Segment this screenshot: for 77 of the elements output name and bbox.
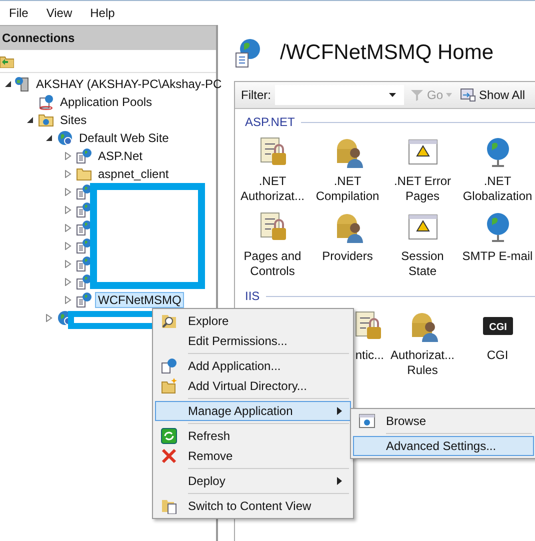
feature-item[interactable]: .NET Globalization (460, 133, 535, 208)
feature-item[interactable]: SMTP E-mail (460, 208, 535, 283)
feature-item[interactable]: Providers (310, 208, 385, 283)
expanded-arrow-icon[interactable] (4, 80, 12, 88)
feature-label: Pages and Controls (242, 249, 302, 279)
group-heading: ASP.NET (245, 115, 295, 129)
folder-icon (76, 166, 92, 182)
feature-item[interactable]: .NET Authorizat... (235, 133, 310, 208)
menu-item[interactable]: View (37, 4, 82, 22)
collapsed-arrow-icon[interactable] (64, 206, 72, 214)
dropdown-arrow-icon[interactable] (389, 93, 396, 97)
collapsed-arrow-icon[interactable] (64, 242, 72, 250)
menu-item[interactable]: File (0, 4, 38, 22)
show-all-button[interactable]: Show All (458, 88, 528, 102)
server-icon (14, 76, 30, 92)
feature-label: Authorizat... Rules (389, 348, 456, 378)
group-heading: IIS (245, 289, 260, 303)
collapsed-arrow-icon[interactable] (64, 224, 72, 232)
refresh-icon (161, 428, 177, 444)
tree-item[interactable]: aspnet_client (95, 166, 172, 182)
feature-label: CGI (486, 348, 510, 363)
globe-page-icon (234, 38, 262, 68)
feature-item[interactable]: .NET Error Pages (385, 133, 460, 208)
folder-globe-icon (38, 112, 54, 128)
menu-entry[interactable]: Remove (155, 446, 351, 466)
tree-item[interactable]: Application Pools (57, 94, 156, 110)
feature-label: .NET Authorizat... (239, 174, 306, 204)
menu-entry[interactable]: Refresh (155, 426, 351, 446)
collapsed-arrow-icon[interactable] (64, 152, 72, 160)
filter-field[interactable] (275, 85, 404, 105)
globe-page-icon (76, 148, 92, 164)
tree-item[interactable]: ASP.Net (95, 148, 146, 164)
tree-item[interactable]: WCFNetMSMQ (95, 292, 184, 308)
feature-label: SMTP E-mail (461, 249, 534, 264)
collapsed-arrow-icon[interactable] (64, 188, 72, 196)
menu-entry[interactable]: Manage Application (155, 401, 351, 421)
feature-label: .NET Compilation (314, 174, 380, 204)
collapsed-arrow-icon[interactable] (64, 278, 72, 286)
pane-title: Connections (0, 25, 216, 50)
expanded-arrow-icon[interactable] (26, 116, 34, 124)
feature-item[interactable]: Authorizat... Rules (385, 307, 460, 382)
collapsed-arrow-icon[interactable] (64, 296, 72, 304)
page-title: /WCFNetMSMQ Home (280, 41, 494, 65)
globe-icon (57, 130, 73, 146)
filter-label: Filter: (241, 88, 271, 102)
pool-icon (38, 94, 54, 110)
expanded-arrow-icon[interactable] (44, 134, 52, 142)
collapsed-arrow-icon[interactable] (44, 314, 52, 322)
feature-label: .NET Error Pages (392, 174, 452, 204)
magnifier-folder-icon (161, 313, 177, 329)
feature-item[interactable]: Session State (385, 208, 460, 283)
folder-icon[interactable] (0, 54, 14, 68)
pages-icon (161, 498, 177, 514)
collapsed-arrow-icon[interactable] (64, 260, 72, 268)
close-icon (161, 448, 177, 464)
menu-item[interactable]: Help (81, 4, 124, 22)
tree-item[interactable]: Sites (57, 112, 90, 128)
feature-label: .NET Globalization (462, 174, 534, 204)
browser-window-icon (359, 414, 375, 428)
feature-label: ntic... (355, 348, 385, 363)
globe-page-icon (161, 358, 177, 374)
feature-label: Providers (321, 249, 374, 264)
feature-item[interactable]: CGI CGI (460, 307, 535, 382)
tree-item[interactable]: AKSHAY (AKSHAY-PC\Akshay-PC (33, 76, 225, 92)
menu-entry[interactable]: Switch to Content View (155, 496, 351, 516)
dropdown-arrow-icon (446, 93, 452, 97)
menu-entry[interactable]: Advanced Settings... (353, 436, 534, 456)
feature-label: Session State (400, 249, 445, 279)
funnel-icon (410, 88, 424, 102)
folder-star-icon (161, 378, 177, 394)
menu-entry[interactable]: Browse (353, 411, 534, 431)
feature-item[interactable]: Pages and Controls (235, 208, 310, 283)
feature-item[interactable]: .NET Compilation (310, 133, 385, 208)
collapsed-arrow-icon[interactable] (64, 170, 72, 178)
globe-page-icon (76, 292, 92, 308)
menu-entry[interactable]: Deploy (155, 471, 351, 491)
tree-item[interactable]: Default Web Site (76, 130, 172, 146)
